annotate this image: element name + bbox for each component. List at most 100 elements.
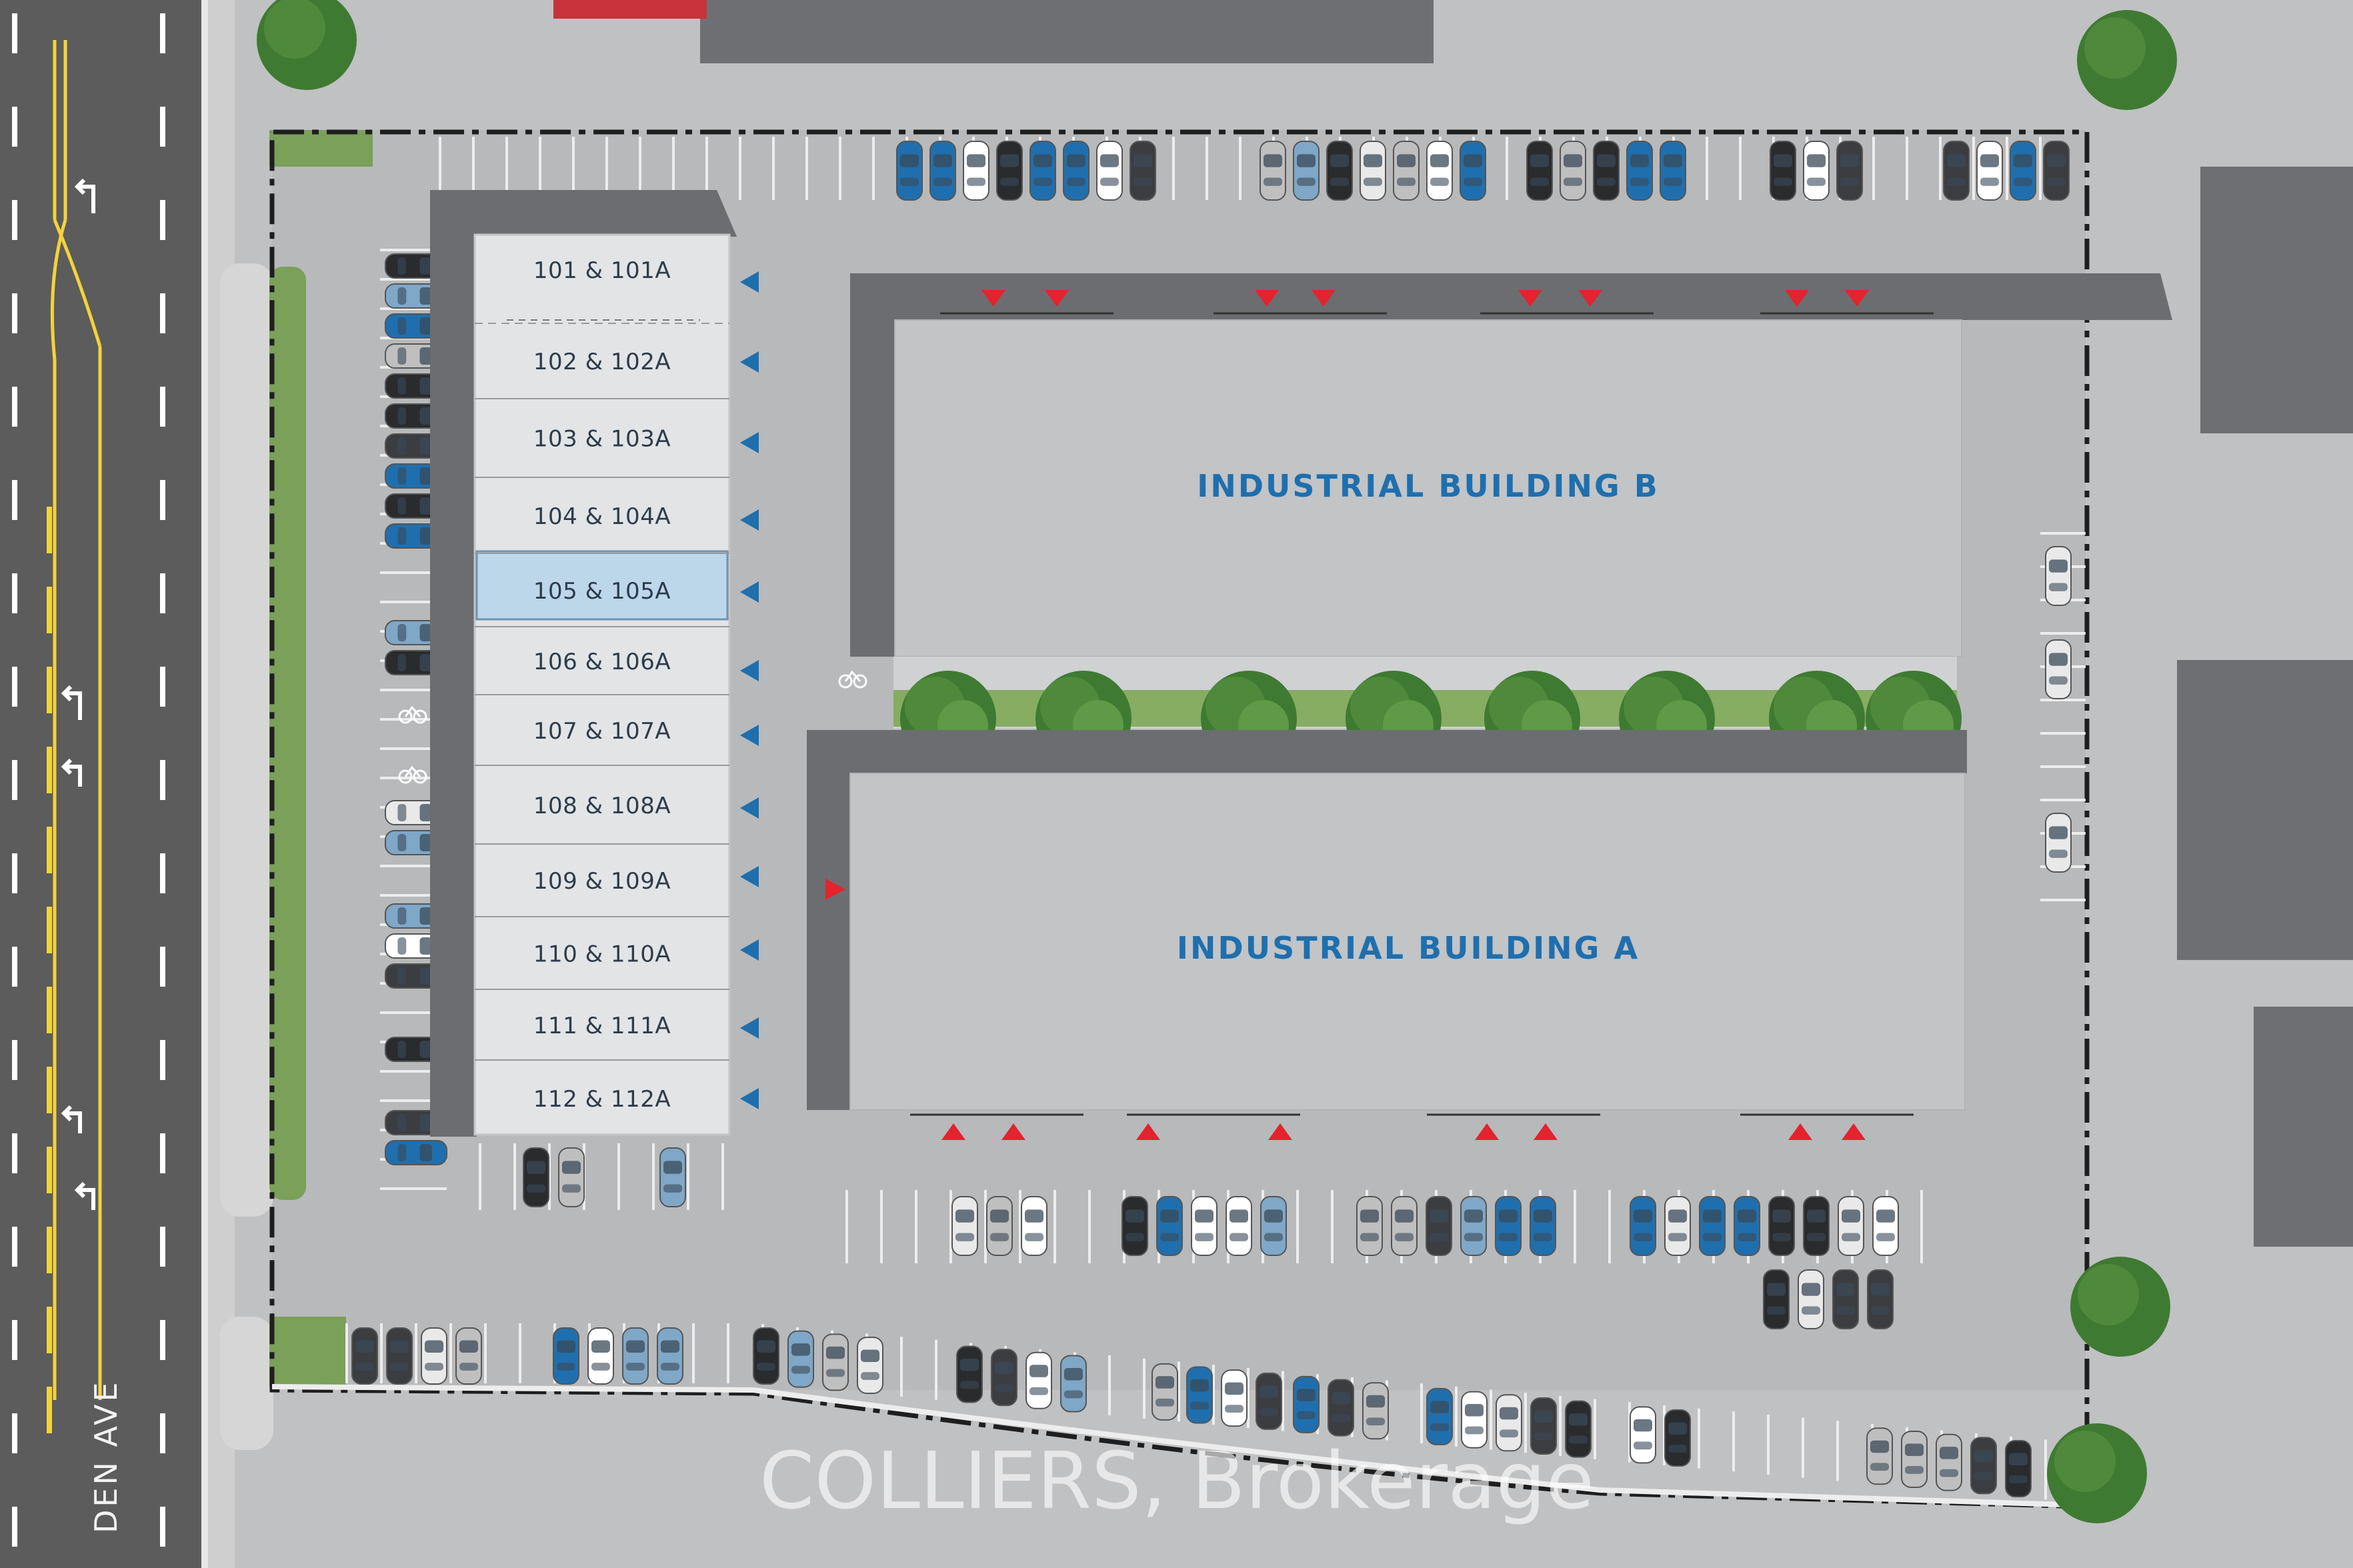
car-icon — [1866, 1427, 1893, 1485]
car-icon — [787, 1330, 814, 1388]
car-icon — [1872, 1196, 1899, 1256]
unit-label-104[interactable]: 104 & 104A — [533, 503, 671, 530]
car-icon — [455, 1327, 482, 1385]
car-icon — [1121, 1196, 1148, 1256]
car-icon — [1976, 141, 2003, 201]
car-icon — [1426, 1196, 1452, 1256]
unit-label-105[interactable]: 105 & 105A — [533, 578, 671, 605]
car-icon — [1293, 1375, 1320, 1433]
car-icon — [1943, 141, 1970, 201]
building-a-label: INDUSTRIAL BUILDING A — [1177, 930, 1640, 966]
car-icon — [1029, 141, 1056, 201]
car-icon — [1460, 141, 1486, 201]
car-icon — [1096, 141, 1123, 201]
car-icon — [1763, 1269, 1790, 1329]
car-icon — [385, 1140, 447, 1165]
car-icon — [1293, 141, 1320, 201]
car-icon — [1526, 141, 1553, 201]
car-icon — [1360, 141, 1386, 201]
car-icon — [553, 1327, 579, 1385]
car-icon — [1593, 141, 1620, 201]
tree-icon — [2077, 10, 2177, 110]
car-icon — [622, 1327, 649, 1385]
car-icon — [659, 1147, 686, 1207]
tree-icon — [2047, 1423, 2147, 1523]
car-icon — [1798, 1269, 1824, 1329]
car-icon — [523, 1147, 549, 1207]
car-icon — [1063, 141, 1089, 201]
car-icon — [1326, 141, 1353, 201]
car-icon — [1221, 1369, 1248, 1427]
car-icon — [1256, 1372, 1282, 1430]
unit-label-101[interactable]: 101 & 101A — [533, 257, 671, 284]
car-icon — [1356, 1196, 1383, 1256]
car-icon — [2045, 639, 2072, 699]
car-icon — [1867, 1269, 1894, 1329]
unit-label-102[interactable]: 102 & 102A — [533, 349, 671, 375]
car-icon — [1936, 1433, 1962, 1491]
car-icon — [2043, 141, 2070, 201]
unit-label-103[interactable]: 103 & 103A — [533, 426, 671, 453]
brokerage-watermark: COLLIERS, Brokerage — [759, 1435, 1594, 1527]
car-icon — [2005, 1440, 2032, 1498]
car-icon — [1901, 1430, 1928, 1488]
car-icon — [956, 1345, 983, 1403]
car-icon — [1770, 141, 1796, 201]
car-icon — [1495, 1196, 1522, 1256]
building-a — [807, 730, 1967, 1116]
street: DEN AVE — [0, 0, 235, 1568]
road-name: DEN AVE — [88, 1379, 124, 1533]
unit-label-111[interactable]: 111 & 111A — [533, 1013, 671, 1039]
car-icon — [1460, 1196, 1487, 1256]
car-icon — [1191, 1196, 1218, 1256]
car-icon — [1660, 141, 1686, 201]
car-icon — [986, 1196, 1013, 1256]
car-icon — [1186, 1366, 1213, 1424]
car-icon — [2045, 813, 2072, 873]
car-icon — [1025, 1351, 1052, 1409]
car-icon — [657, 1327, 683, 1385]
car-icon — [1664, 1409, 1691, 1467]
car-icon — [1803, 1196, 1830, 1256]
car-icon — [822, 1333, 849, 1391]
car-icon — [991, 1349, 1017, 1407]
car-icon — [1391, 1196, 1418, 1256]
car-icon — [857, 1337, 883, 1395]
car-icon — [1129, 141, 1156, 201]
car-icon — [1803, 141, 1830, 201]
site-plan-map: DEN AVE 101 & 101A102 & 102A103 & 103A10… — [0, 0, 2353, 1568]
car-icon — [896, 141, 923, 201]
unit-block: 101 & 101A 102 & 102A 103 & 103A 104 & 104A… — [430, 190, 737, 1137]
car-icon — [351, 1327, 378, 1385]
unit-label-109[interactable]: 109 & 109A — [533, 868, 671, 895]
car-icon — [1560, 141, 1586, 201]
building-b-label: INDUSTRIAL BUILDING B — [1197, 468, 1660, 504]
grass-strip — [269, 267, 306, 1200]
car-icon — [1768, 1196, 1795, 1256]
car-icon — [1699, 1196, 1726, 1256]
car-icon — [1970, 1437, 1997, 1495]
car-icon — [1260, 141, 1286, 201]
unit-label-110[interactable]: 110 & 110A — [533, 941, 671, 968]
unit-label-106[interactable]: 106 & 106A — [533, 649, 671, 675]
car-icon — [1630, 1196, 1656, 1256]
car-icon — [1832, 1269, 1859, 1329]
car-icon — [963, 141, 989, 201]
car-icon — [1060, 1355, 1087, 1413]
tree-icon — [2070, 1257, 2170, 1357]
car-icon — [1260, 1196, 1287, 1256]
car-icon — [386, 1327, 413, 1385]
car-icon — [1530, 1196, 1556, 1256]
car-icon — [1664, 1196, 1691, 1256]
car-icon — [1630, 1406, 1656, 1464]
car-icon — [753, 1327, 779, 1385]
unit-label-107[interactable]: 107 & 107A — [533, 718, 671, 745]
car-icon — [587, 1327, 614, 1385]
car-icon — [951, 1196, 978, 1256]
car-icon — [1021, 1196, 1047, 1256]
car-icon — [1626, 141, 1653, 201]
car-icon — [1328, 1379, 1354, 1437]
car-icon — [421, 1327, 447, 1385]
unit-label-108[interactable]: 108 & 108A — [533, 793, 671, 819]
unit-label-112[interactable]: 112 & 112A — [533, 1086, 671, 1113]
